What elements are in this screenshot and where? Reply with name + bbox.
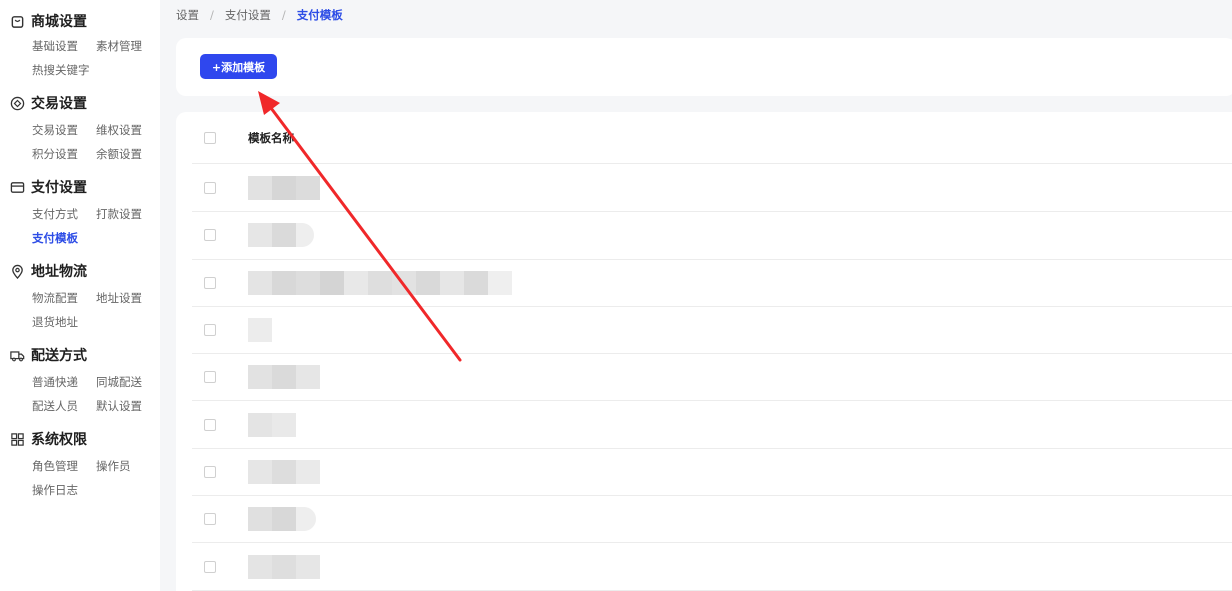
breadcrumb-payment-settings[interactable]: 支付设置 <box>225 7 271 23</box>
group-delivery-methods: 配送方式 普通快递 同城配送 配送人员 默认设置 <box>0 344 160 414</box>
nav-basic-settings[interactable]: 基础设置 <box>32 38 96 54</box>
row-checkbox[interactable] <box>204 418 216 431</box>
group-title: 支付设置 <box>31 180 87 196</box>
nav-hot-keywords[interactable]: 热搜关键字 <box>32 62 96 78</box>
breadcrumb-settings[interactable]: 设置 <box>176 7 199 23</box>
group-trade-settings: 交易设置 交易设置 维权设置 积分设置 余额设置 <box>0 92 160 162</box>
shop-bag-icon <box>10 14 25 29</box>
settings-sidebar: 商城设置 基础设置 素材管理 热搜关键字 交易设置 交易设置 维权设置 积分设置… <box>0 0 160 591</box>
breadcrumb: 设置 / 支付设置 / 支付模板 <box>176 6 343 24</box>
row-checkbox[interactable] <box>204 465 216 478</box>
grid-icon <box>10 432 25 447</box>
select-all-checkbox[interactable] <box>204 131 216 144</box>
row-checkbox[interactable] <box>204 229 216 242</box>
nav-payout-settings[interactable]: 打款设置 <box>96 206 160 222</box>
table-row[interactable] <box>192 212 1232 260</box>
nav-default-settings[interactable]: 默认设置 <box>96 398 160 414</box>
group-header-address-logistics[interactable]: 地址物流 <box>0 260 160 282</box>
row-checkbox[interactable] <box>204 371 216 384</box>
nav-address-settings[interactable]: 地址设置 <box>96 290 160 306</box>
table-row[interactable] <box>192 496 1232 544</box>
location-pin-icon <box>10 264 25 279</box>
nav-return-address[interactable]: 退货地址 <box>32 314 96 330</box>
nav-material-management[interactable]: 素材管理 <box>96 38 160 54</box>
nav-operators[interactable]: 操作员 <box>96 458 160 474</box>
nav-role-management[interactable]: 角色管理 <box>32 458 96 474</box>
add-template-button[interactable]: +添加模板 <box>200 54 277 79</box>
blurred-template-name <box>248 507 316 532</box>
trade-diamond-icon <box>10 96 25 111</box>
table-row[interactable] <box>192 401 1232 449</box>
table-body <box>192 165 1232 591</box>
nav-payment-templates[interactable]: 支付模板 <box>32 230 96 246</box>
breadcrumb-separator: / <box>210 8 214 22</box>
group-shop-settings: 商城设置 基础设置 素材管理 热搜关键字 <box>0 10 160 78</box>
column-header-template-name: 模板名称 <box>248 130 294 145</box>
breadcrumb-separator: / <box>281 8 286 22</box>
group-header-system-permissions[interactable]: 系统权限 <box>0 428 160 450</box>
template-table: 模板名称 <box>176 112 1232 591</box>
app-root: 商城设置 基础设置 素材管理 热搜关键字 交易设置 交易设置 维权设置 积分设置… <box>0 0 1232 591</box>
group-title: 交易设置 <box>31 96 87 112</box>
breadcrumb-current: 支付模板 <box>296 8 343 22</box>
group-title: 系统权限 <box>31 432 87 448</box>
nav-delivery-staff[interactable]: 配送人员 <box>32 398 96 414</box>
group-header-shop-settings[interactable]: 商城设置 <box>0 10 160 32</box>
group-system-permissions: 系统权限 角色管理 操作员 操作日志 <box>0 428 160 498</box>
nav-balance-settings[interactable]: 余额设置 <box>96 146 160 162</box>
blurred-template-name <box>248 318 272 343</box>
blurred-template-name <box>248 459 320 484</box>
nav-operation-log[interactable]: 操作日志 <box>32 482 96 498</box>
table-row[interactable] <box>192 354 1232 402</box>
row-checkbox[interactable] <box>204 513 216 526</box>
blurred-template-name <box>248 223 314 248</box>
blurred-template-name <box>248 554 320 579</box>
table-row[interactable] <box>192 165 1232 213</box>
blurred-template-name <box>248 412 296 437</box>
row-checkbox[interactable] <box>204 276 216 289</box>
blurred-template-name <box>248 176 320 201</box>
group-payment-settings: 支付设置 支付方式 打款设置 支付模板 <box>0 176 160 246</box>
nav-trade-settings[interactable]: 交易设置 <box>32 122 96 138</box>
nav-points-settings[interactable]: 积分设置 <box>32 146 96 162</box>
group-header-delivery-methods[interactable]: 配送方式 <box>0 344 160 366</box>
nav-logistics-config[interactable]: 物流配置 <box>32 290 96 306</box>
row-checkbox[interactable] <box>204 182 216 195</box>
table-row[interactable] <box>192 307 1232 355</box>
group-title: 配送方式 <box>31 348 87 364</box>
table-row[interactable] <box>192 260 1232 307</box>
truck-icon <box>10 348 25 363</box>
nav-same-city-delivery[interactable]: 同城配送 <box>96 374 160 390</box>
row-checkbox[interactable] <box>204 560 216 573</box>
table-header: 模板名称 <box>192 112 1232 164</box>
group-title: 地址物流 <box>31 264 87 280</box>
toolbar-card: +添加模板 <box>176 38 1232 96</box>
blurred-template-name <box>248 365 320 390</box>
table-row[interactable] <box>192 449 1232 497</box>
row-checkbox[interactable] <box>204 324 216 337</box>
table-row[interactable] <box>192 543 1232 591</box>
group-header-payment-settings[interactable]: 支付设置 <box>0 176 160 198</box>
group-address-logistics: 地址物流 物流配置 地址设置 退货地址 <box>0 260 160 330</box>
nav-payment-methods[interactable]: 支付方式 <box>32 206 96 222</box>
nav-rights-settings[interactable]: 维权设置 <box>96 122 160 138</box>
nav-standard-express[interactable]: 普通快递 <box>32 374 96 390</box>
card-icon <box>10 180 25 195</box>
group-title: 商城设置 <box>31 14 87 30</box>
group-header-trade-settings[interactable]: 交易设置 <box>0 92 160 114</box>
blurred-template-name <box>248 270 512 295</box>
